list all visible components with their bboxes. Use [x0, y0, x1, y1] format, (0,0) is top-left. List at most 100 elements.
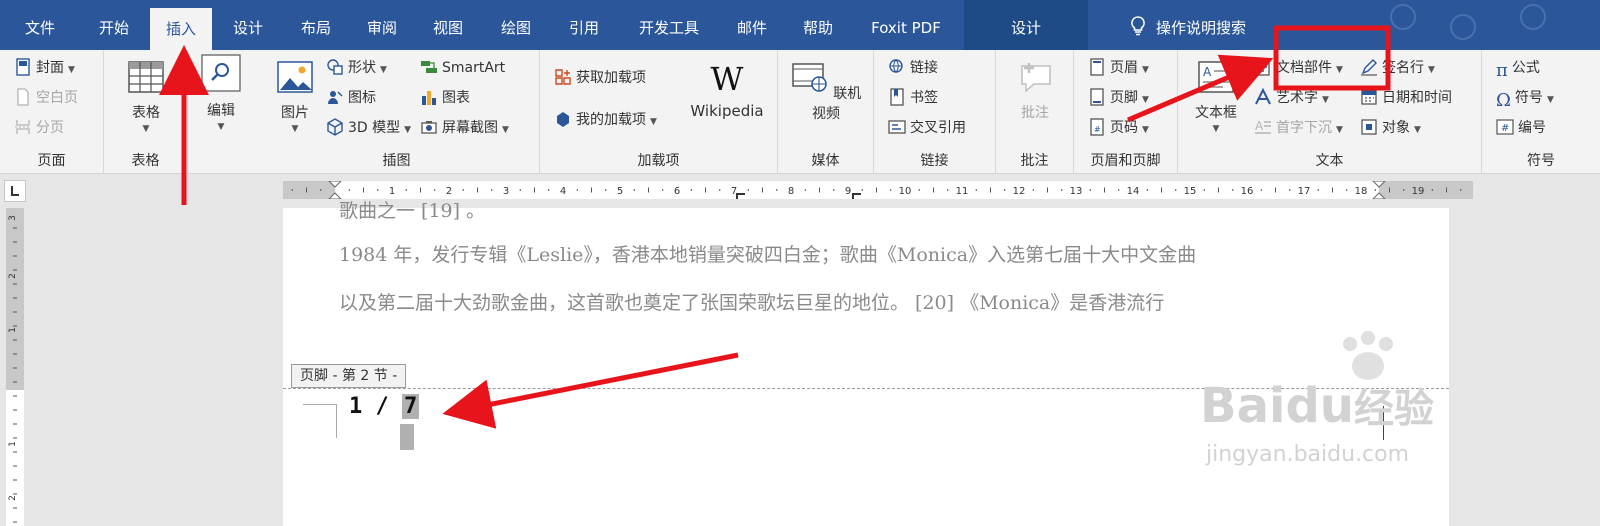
page-break-button[interactable]: 分页 [14, 116, 64, 140]
tab-draw[interactable]: 绘图 [488, 0, 544, 50]
comment-plus-icon [1021, 63, 1051, 93]
new-comment-button[interactable]: 批注 [1008, 60, 1062, 122]
omega-icon: Ω [1496, 90, 1511, 111]
background-doodle [1390, 4, 1416, 30]
vruler-number: 3 [8, 215, 18, 221]
calendar-icon [1361, 90, 1377, 105]
group-addins: 获取加载项 我的加载项 ▼ W Wikipedia 加载项 [540, 50, 778, 174]
footer-page-number[interactable]: 1 / 7 [349, 394, 420, 419]
number-button[interactable]: # 编号 [1496, 116, 1546, 140]
footer-button[interactable]: 页脚 ▼ [1088, 86, 1149, 110]
icons-button[interactable]: 图标 [326, 86, 376, 110]
group-links: 链接 书签 交叉引用 链接 [874, 50, 996, 174]
smartart-button[interactable]: SmartArt [420, 56, 505, 80]
tab-home[interactable]: 开始 [86, 0, 142, 50]
vruler-number: 2 [8, 495, 18, 501]
ruler-number: 1 [283, 186, 284, 197]
body-line-2: 以及第二届十大劲歌金曲，这首歌也奠定了张国荣歌坛巨星的地位。 [20] 《Mon… [339, 292, 1165, 314]
globe-link-icon [889, 59, 903, 73]
blank-page-button[interactable]: 空白页 [14, 86, 78, 110]
ruler-number: 19 [1412, 186, 1425, 197]
group-label-media: 媒体 [811, 153, 840, 169]
group-tables: 表格 ▼ 表格 [104, 50, 188, 174]
tell-me-search[interactable]: 操作说明搜索 [1130, 0, 1246, 50]
tab-review[interactable]: 审阅 [354, 0, 410, 50]
wordart-icon [1255, 88, 1271, 105]
text-box-button[interactable]: A 文本框 ▼ [1188, 60, 1244, 134]
cover-page-button[interactable]: 封面 ▼ [14, 56, 75, 80]
group-label-illustrations: 插图 [382, 153, 411, 169]
cross-reference-button[interactable]: 交叉引用 [888, 116, 966, 140]
vertical-ruler[interactable]: 3 2 1 1 2 [6, 208, 24, 526]
page-number-button[interactable]: # 页码 ▼ [1088, 116, 1149, 140]
link-button[interactable]: 链接 [888, 56, 938, 80]
tab-stop-marker [736, 193, 745, 199]
ruler-number: 5 [617, 186, 623, 197]
tab-layout[interactable]: 布局 [288, 0, 344, 50]
online-video-button[interactable]: 联机视频 [786, 60, 866, 123]
shapes-button[interactable]: 形状 ▼ [326, 56, 387, 80]
ruler-number: 15 [1184, 186, 1197, 197]
tab-developer[interactable]: 开发工具 [624, 0, 714, 50]
cross-reference-icon [888, 120, 906, 134]
symbol-button[interactable]: Ω 符号 ▼ [1496, 86, 1554, 110]
drop-cap-button[interactable]: A 首字下沉 ▼ [1254, 116, 1343, 140]
wikipedia-button[interactable]: W Wikipedia [684, 60, 770, 120]
ruler-number: 16 [1241, 186, 1254, 197]
group-symbols: π 公式 Ω 符号 ▼ # 编号 符号 [1482, 50, 1600, 174]
signature-line-button[interactable]: 签名行 ▼ [1360, 56, 1435, 80]
tab-stop-marker [852, 193, 861, 199]
picture-icon [277, 61, 313, 93]
cover-page-icon [16, 58, 30, 76]
ruler-number: 13 [1070, 186, 1083, 197]
date-time-button[interactable]: 日期和时间 [1360, 86, 1452, 110]
group-label-links: 链接 [920, 153, 949, 169]
quick-parts-icon [1256, 58, 1270, 76]
ruler-number: 11 [956, 186, 969, 197]
tab-view[interactable]: 视图 [420, 0, 476, 50]
vruler-ticks: 3 2 1 1 2 [8, 215, 18, 523]
tab-file[interactable]: 文件 [14, 0, 66, 50]
wordart-button[interactable]: 艺术字 ▼ [1254, 86, 1329, 110]
header-button[interactable]: 页眉 ▼ [1088, 56, 1149, 80]
svg-text:A: A [1203, 65, 1212, 79]
group-media: 联机视频 媒体 [778, 50, 874, 174]
watermark-url: jingyan.baidu.com [1206, 442, 1410, 467]
footer-icon [1090, 88, 1104, 106]
footer-section-tag: 页脚 - 第 2 节 - [291, 364, 407, 388]
tab-insert[interactable]: 插入 [150, 8, 212, 56]
chart-button[interactable]: 图表 [420, 86, 470, 110]
ruler-number: 3 [503, 186, 509, 197]
tab-references[interactable]: 引用 [556, 0, 612, 50]
edit-button[interactable]: 编辑 ▼ [198, 54, 244, 132]
table-icon [128, 61, 164, 93]
tab-mailings[interactable]: 邮件 [724, 0, 780, 50]
group-comments: 批注 批注 [996, 50, 1074, 174]
group-text: A 文本框 ▼ 文档部件 ▼ 艺术字 ▼ A 首字下沉 ▼ 签名行 ▼ 日期和时间 对象 ▼ … [1178, 50, 1482, 174]
group-label-comments: 批注 [1020, 153, 1049, 169]
bookmark-button[interactable]: 书签 [888, 86, 938, 110]
tab-foxit-pdf[interactable]: Foxit PDF [858, 0, 954, 50]
page-number-icon: # [1090, 118, 1104, 136]
group-label-text: 文本 [1315, 153, 1344, 169]
tab-help[interactable]: 帮助 [790, 0, 846, 50]
quick-parts-button[interactable]: 文档部件 ▼ [1254, 56, 1343, 80]
equation-button[interactable]: π 公式 [1496, 56, 1540, 80]
screenshot-button[interactable]: 屏幕截图 ▼ [420, 116, 509, 140]
drop-cap-icon: A [1255, 119, 1271, 134]
object-button[interactable]: 对象 ▼ [1360, 116, 1421, 140]
object-icon [1361, 119, 1377, 135]
vruler-number: 1 [8, 327, 18, 333]
tab-design[interactable]: 设计 [220, 0, 276, 50]
signature-pen-icon [1361, 59, 1377, 76]
page-num-prefix: 1 / [349, 394, 402, 419]
picture-button[interactable]: 图片 ▼ [270, 60, 320, 134]
my-addins-button[interactable]: 我的加载项 ▼ [554, 108, 657, 132]
table-button[interactable]: 表格 ▼ [122, 60, 170, 134]
tab-selector-button[interactable] [4, 180, 26, 202]
3d-models-button[interactable]: 3D 模型 ▼ [326, 116, 411, 140]
tab-header-footer-design[interactable]: 设计 [964, 0, 1088, 50]
ruler-number: 17 [1298, 186, 1311, 197]
header-icon [1090, 58, 1104, 76]
get-addins-button[interactable]: 获取加载项 [554, 66, 646, 90]
